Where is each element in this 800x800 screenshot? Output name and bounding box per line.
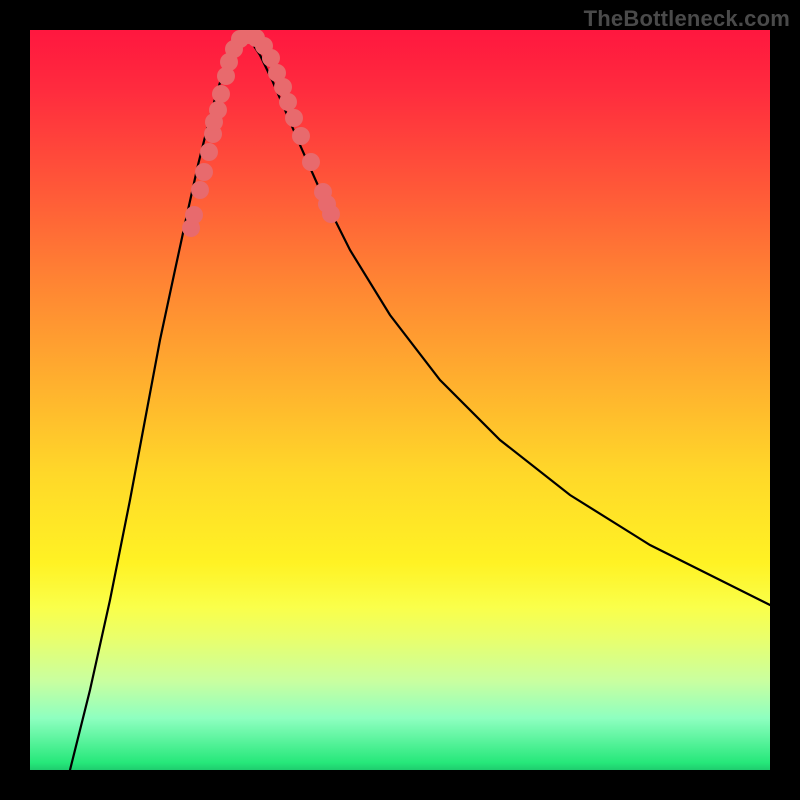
dot-group (182, 30, 340, 237)
data-dot (292, 127, 310, 145)
data-dot (200, 143, 218, 161)
curve-right-branch (243, 35, 770, 605)
data-dot (279, 93, 297, 111)
data-dot (185, 206, 203, 224)
curve-left-branch (70, 35, 243, 770)
data-dot (302, 153, 320, 171)
data-dot (285, 109, 303, 127)
chart-svg (30, 30, 770, 770)
data-dot (322, 205, 340, 223)
chart-area (30, 30, 770, 770)
data-dot (195, 163, 213, 181)
watermark-text: TheBottleneck.com (584, 6, 790, 32)
data-dot (209, 101, 227, 119)
data-dot (212, 85, 230, 103)
data-dot (191, 181, 209, 199)
